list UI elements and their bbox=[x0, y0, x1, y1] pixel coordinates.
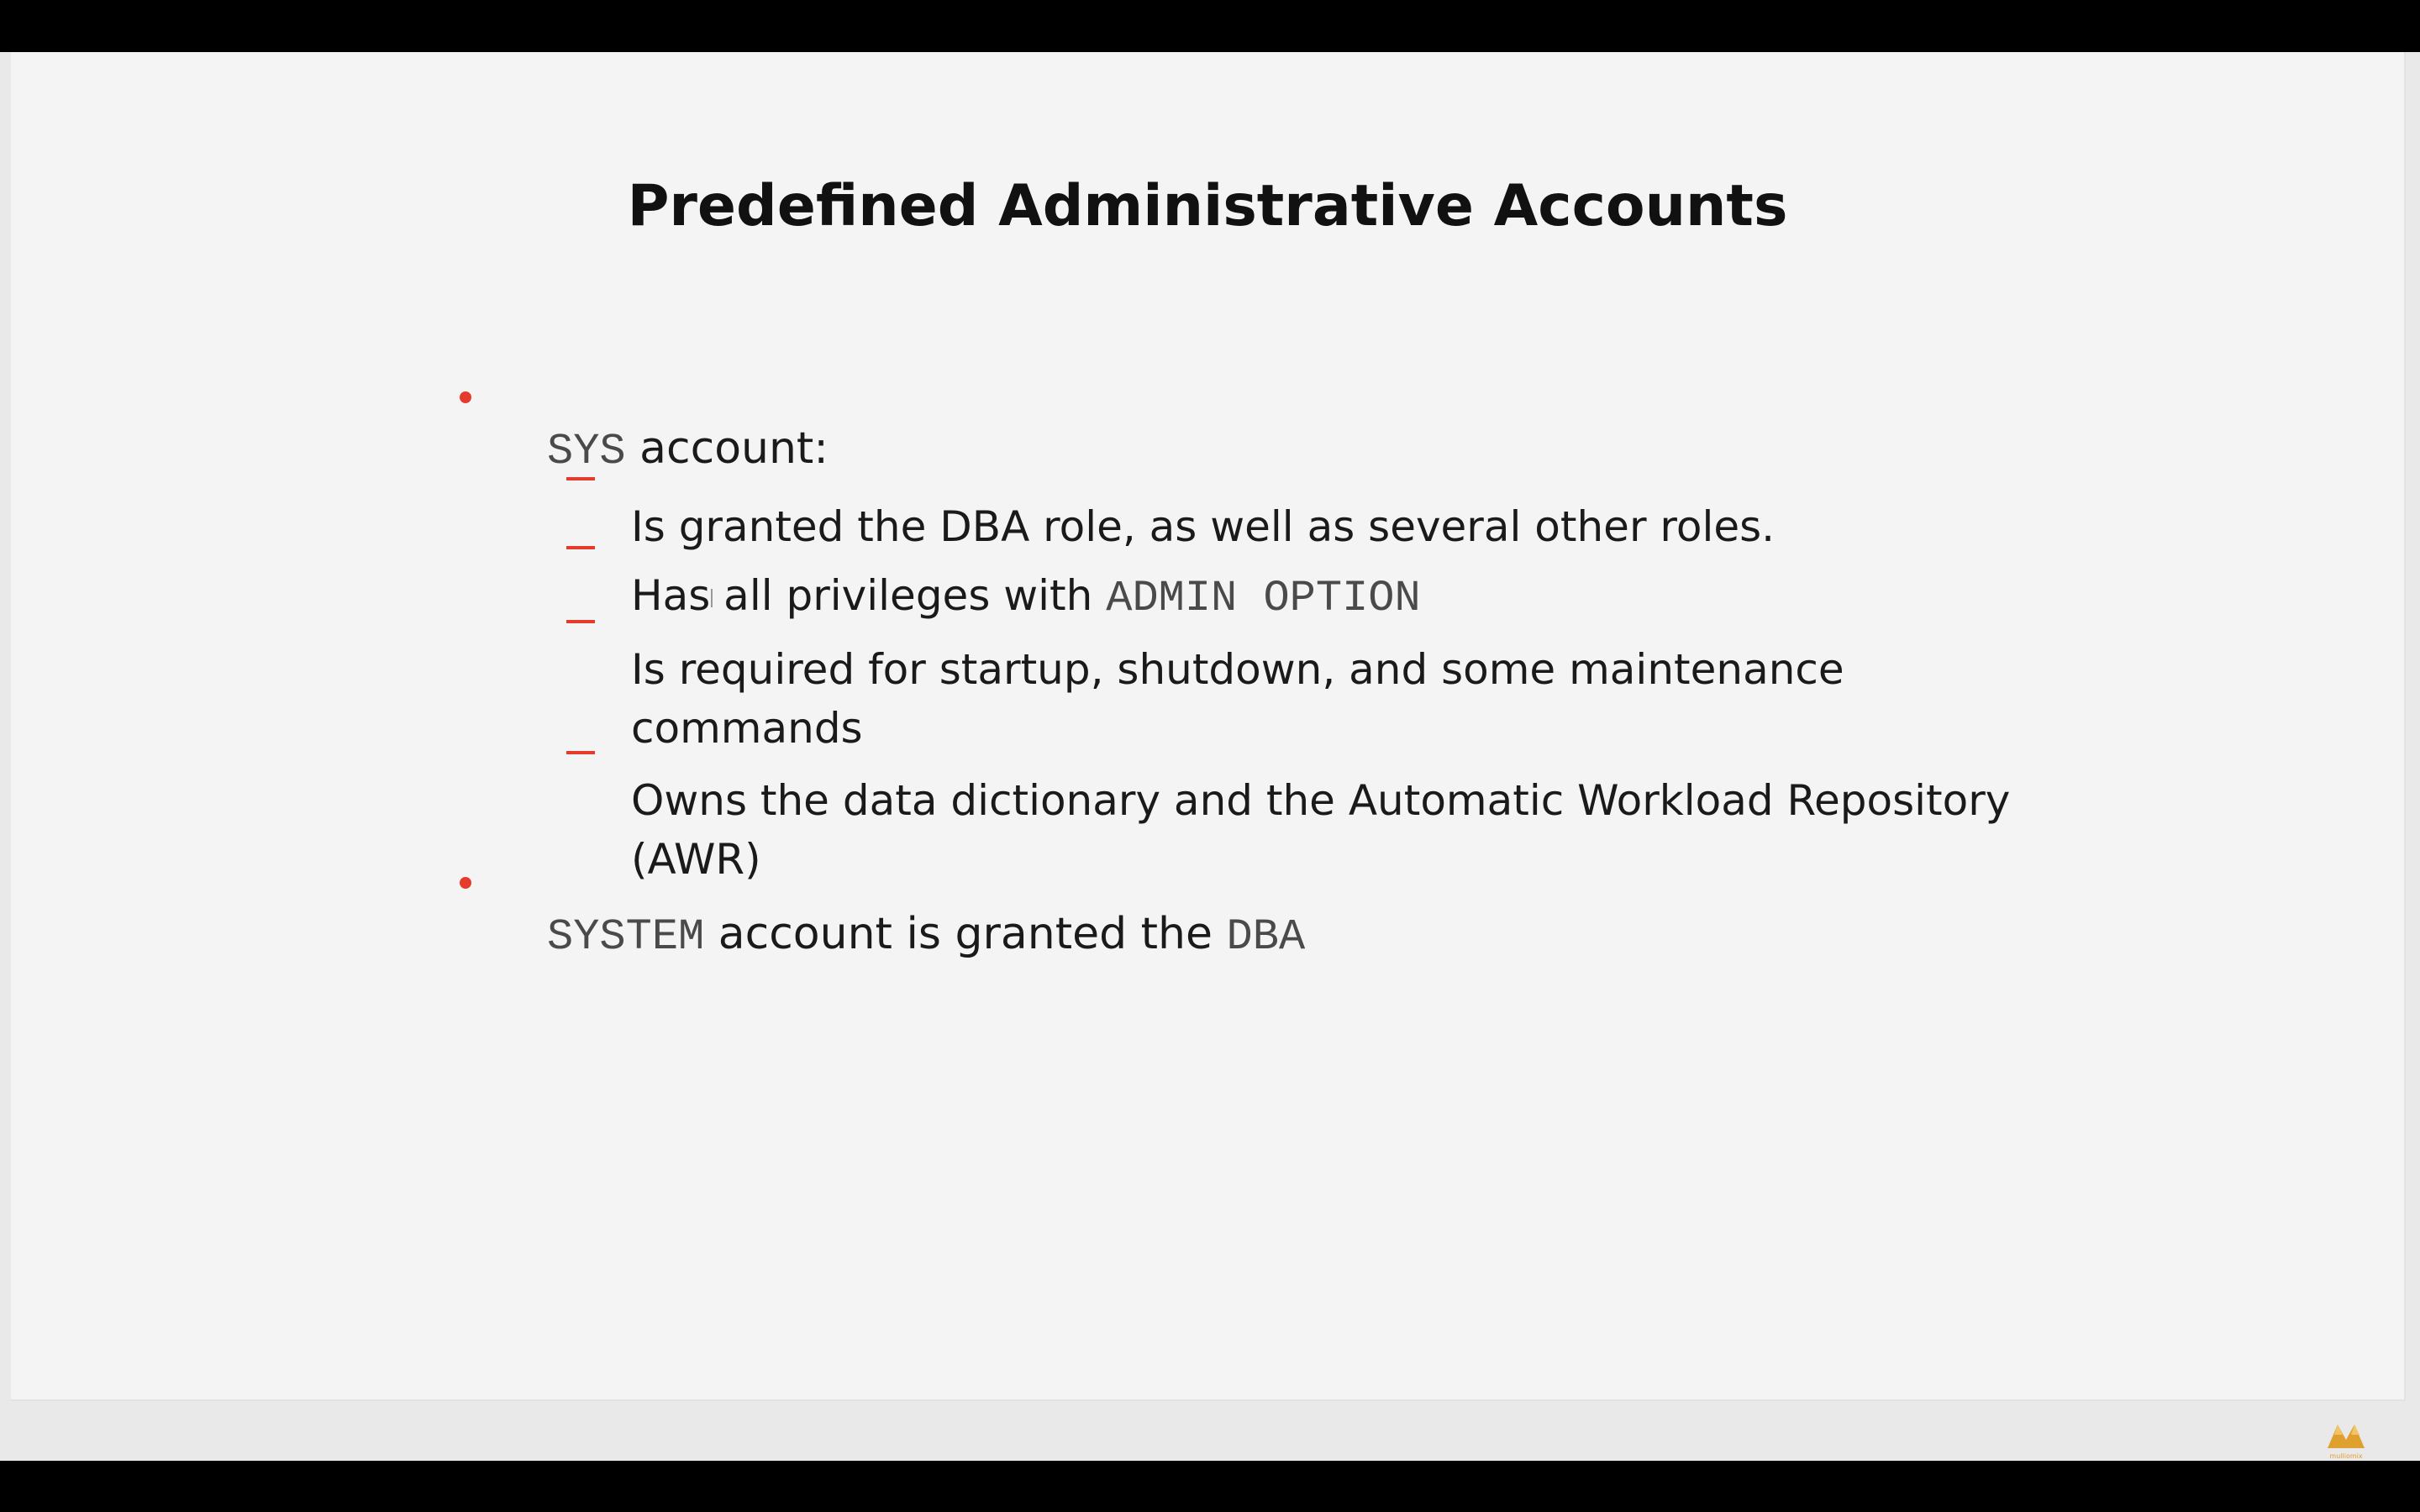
subitem-admin-option-prefix: Has all privileges with bbox=[631, 571, 1107, 620]
subitem-startup-shutdown: Is required for startup, shutdown, and s… bbox=[631, 640, 1844, 758]
subitem-dictionary-line2: (AWR) bbox=[631, 835, 761, 884]
bullet-system-account: SYSTEM account is granted the DBA bbox=[547, 909, 1305, 962]
subitem-dictionary-line1: Owns the data dictionary and the Automat… bbox=[631, 776, 2011, 825]
subitem-admin-option: Has all privileges with ADMIN OPTION bbox=[631, 566, 1421, 628]
text-cursor-icon bbox=[711, 589, 713, 607]
dash-3 bbox=[566, 620, 595, 623]
presentation-viewer: Predefined Administrative Accounts SYS a… bbox=[0, 52, 2420, 1461]
dash-4 bbox=[566, 751, 595, 754]
subitem-dba-role-text: Is granted the DBA role, as well as seve… bbox=[631, 502, 1776, 551]
code-admin-option: ADMIN OPTION bbox=[1106, 574, 1421, 623]
code-sys: SYS bbox=[547, 427, 626, 476]
bullet-system-text: account is granted the bbox=[704, 909, 1227, 959]
bullet-sys-account: SYS account: bbox=[547, 423, 829, 476]
code-dba: DBA bbox=[1226, 912, 1306, 962]
bullet-sys-text: account: bbox=[625, 423, 829, 474]
code-system: SYSTEM bbox=[547, 912, 705, 962]
bottom-letterbox bbox=[0, 1461, 2420, 1512]
subitem-dba-role: Is granted the DBA role, as well as seve… bbox=[631, 497, 1775, 556]
subitem-startup-line1: Is required for startup, shutdown, and s… bbox=[631, 645, 1844, 694]
subitem-startup-line2: commands bbox=[631, 704, 863, 753]
dash-2 bbox=[566, 546, 595, 549]
dash-1 bbox=[566, 477, 595, 480]
slide: Predefined Administrative Accounts SYS a… bbox=[11, 52, 2406, 1401]
top-letterbox bbox=[0, 0, 2420, 52]
subitem-data-dictionary: Owns the data dictionary and the Automat… bbox=[631, 771, 2010, 889]
mountain-logo-icon bbox=[2328, 1425, 2365, 1448]
slide-title: Predefined Administrative Accounts bbox=[627, 173, 1788, 239]
logo-text: mulliomix bbox=[2329, 1452, 2363, 1460]
bullet-dot-1 bbox=[460, 391, 471, 403]
bullet-dot-2 bbox=[460, 877, 471, 889]
